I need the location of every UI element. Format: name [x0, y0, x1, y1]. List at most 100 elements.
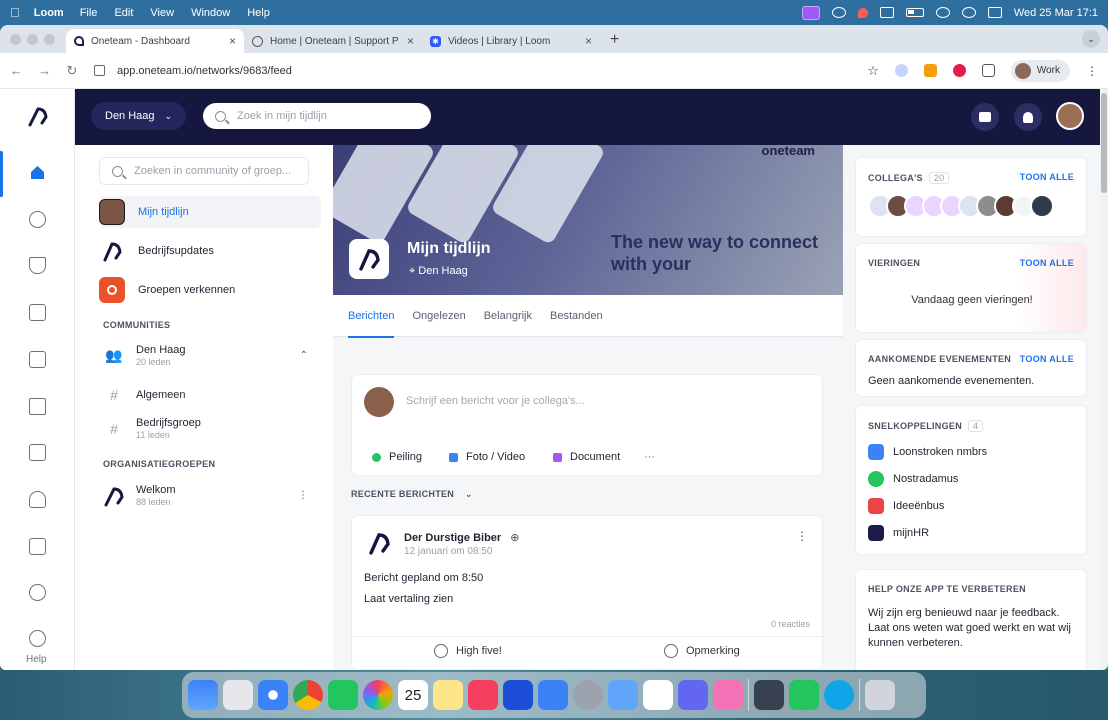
star-badge-icon[interactable]: [29, 351, 46, 368]
help-icon[interactable]: [29, 630, 46, 647]
tab-ongelezen[interactable]: Ongelezen: [412, 295, 465, 337]
browser-profile-button[interactable]: Work: [1010, 59, 1070, 82]
chevron-up-icon[interactable]: ⌃: [300, 350, 308, 361]
post-more-options-icon[interactable]: ⋮: [796, 529, 808, 543]
phone-icon[interactable]: [789, 680, 819, 710]
forward-arrow-icon[interactable]: →: [38, 63, 51, 78]
extension-3-icon[interactable]: [952, 64, 966, 77]
poll-button[interactable]: Peiling: [372, 445, 422, 469]
notes-icon[interactable]: [433, 680, 463, 710]
bookmark-star-icon[interactable]: ☆: [867, 63, 879, 79]
high-five-icon[interactable]: [29, 491, 46, 508]
browser-tab-oneteam-support[interactable]: Home | Oneteam | Support P ×: [244, 29, 422, 53]
edge-icon[interactable]: [824, 680, 854, 710]
new-tab-icon[interactable]: +: [610, 31, 619, 49]
close-tab-icon[interactable]: ×: [407, 34, 414, 48]
high-five-button[interactable]: High five!: [434, 644, 502, 658]
network-tray-icon[interactable]: [879, 7, 894, 18]
notifications-button[interactable]: [1014, 103, 1042, 131]
chat-button[interactable]: [971, 103, 999, 131]
folder-icon[interactable]: [29, 398, 46, 415]
colleague-avatar[interactable]: [1030, 194, 1054, 218]
shortcut-ideeenbus[interactable]: Ideeënbus: [868, 498, 944, 514]
scrollbar-thumb[interactable]: [1101, 93, 1107, 193]
extension-1-icon[interactable]: [894, 64, 908, 77]
apple-menu-icon[interactable]: : [10, 5, 20, 20]
menubar-edit[interactable]: Edit: [114, 7, 133, 19]
back-arrow-icon[interactable]: ←: [10, 63, 23, 78]
music-icon[interactable]: [468, 680, 498, 710]
home-icon[interactable]: [29, 164, 46, 181]
analytics-chart-icon[interactable]: [29, 538, 46, 555]
oneteam-logo-icon[interactable]: [27, 105, 49, 127]
messages-icon[interactable]: [328, 680, 358, 710]
menubar-clock[interactable]: Wed 25 Mar 17:1: [1014, 7, 1098, 19]
system-settings-icon[interactable]: [573, 680, 603, 710]
download-app-icon[interactable]: [754, 680, 784, 710]
timeline-search-input[interactable]: Zoek in mijn tijdlijn: [203, 103, 431, 129]
post-author[interactable]: Der Durstige Biber ⊕: [404, 531, 519, 544]
status-tray-icon[interactable]: [831, 7, 846, 18]
browser-tab-loom-videos[interactable]: ✱ Videos | Library | Loom ×: [422, 29, 600, 53]
nav-explore-groups[interactable]: Groepen verkennen: [99, 274, 321, 306]
shortcut-loonstroken[interactable]: Loonstroken nmbrs: [868, 444, 987, 460]
photo-video-button[interactable]: Foto / Video: [449, 445, 525, 469]
minimize-window-button[interactable]: [27, 34, 38, 45]
menubar-file[interactable]: File: [80, 7, 98, 19]
close-window-button[interactable]: [10, 34, 21, 45]
notification-tray-icon[interactable]: [857, 7, 868, 18]
calendar-icon[interactable]: [29, 444, 46, 461]
site-settings-icon[interactable]: [94, 65, 105, 76]
menubar-view[interactable]: View: [150, 7, 174, 19]
colleagues-show-all-link[interactable]: TOON ALLE: [1020, 172, 1074, 182]
learning-cap-icon[interactable]: [29, 257, 46, 274]
channel-bedrijfsgroep[interactable]: # Bedrijfsgroep 11 leden: [103, 417, 308, 440]
help-label[interactable]: Help: [26, 654, 47, 665]
channel-algemeen[interactable]: # Algemeen: [103, 387, 308, 403]
close-tab-icon[interactable]: ×: [585, 34, 592, 48]
close-tab-icon[interactable]: ×: [229, 34, 236, 48]
tab-belangrijk[interactable]: Belangrijk: [484, 295, 532, 337]
menubar-app-name[interactable]: Loom: [34, 7, 64, 19]
calendar-icon[interactable]: 25: [398, 680, 428, 710]
settings-app-icon[interactable]: [503, 680, 533, 710]
slack-icon[interactable]: [643, 680, 673, 710]
comment-button[interactable]: Opmerking: [664, 644, 740, 658]
browser-menu-icon[interactable]: ⋮: [1086, 64, 1098, 78]
chrome-icon[interactable]: [293, 680, 323, 710]
user-avatar[interactable]: [1056, 102, 1084, 130]
wifi-icon[interactable]: [935, 7, 950, 18]
page-scrollbar[interactable]: [1100, 89, 1108, 670]
more-options-icon[interactable]: ⋮: [298, 490, 308, 501]
tab-search-chevron-icon[interactable]: ⌄: [1082, 30, 1100, 48]
tab-berichten[interactable]: Berichten: [348, 295, 395, 338]
community-search-input[interactable]: Zoeken in community of groep...: [99, 157, 309, 185]
events-show-all-link[interactable]: TOON ALLE: [1020, 354, 1074, 364]
org-group-welkom[interactable]: Welkom 88 leden ⋮: [103, 484, 308, 507]
app-store-icon[interactable]: [538, 680, 568, 710]
extensions-puzzle-icon[interactable]: [981, 64, 995, 77]
celebrations-show-all-link[interactable]: TOON ALLE: [1020, 258, 1074, 268]
teams-icon[interactable]: [678, 680, 708, 710]
extension-2-icon[interactable]: [923, 64, 937, 77]
recent-posts-toggle[interactable]: RECENTE BERICHTEN ⌄: [351, 489, 473, 500]
tab-bestanden[interactable]: Bestanden: [550, 295, 603, 337]
trash-icon[interactable]: [865, 680, 895, 710]
location-switcher-button[interactable]: Den Haag ⌄: [91, 102, 187, 130]
community-den-haag[interactable]: 👥 Den Haag 20 leden ⌃: [103, 344, 308, 367]
photos-icon[interactable]: [363, 680, 393, 710]
url-field[interactable]: app.oneteam.io/networks/9683/feed: [94, 58, 867, 84]
shortcut-nostradamus[interactable]: Nostradamus: [868, 471, 958, 487]
safari-icon[interactable]: [258, 680, 288, 710]
composer-input[interactable]: Schrijf een bericht voor je collega's...: [406, 395, 585, 407]
spotlight-icon[interactable]: [961, 7, 976, 18]
zoom-window-button[interactable]: [44, 34, 55, 45]
loom-app-icon[interactable]: [713, 680, 743, 710]
testflight-icon[interactable]: [608, 680, 638, 710]
more-attachments-button[interactable]: ···: [644, 445, 655, 469]
shortcut-mijnhr[interactable]: mijnHR: [868, 525, 929, 541]
nav-my-timeline[interactable]: Mijn tijdlijn: [99, 196, 321, 228]
launchpad-icon[interactable]: [223, 680, 253, 710]
finder-icon[interactable]: [188, 680, 218, 710]
browser-tab-oneteam-dashboard[interactable]: Oneteam - Dashboard ×: [66, 29, 244, 53]
